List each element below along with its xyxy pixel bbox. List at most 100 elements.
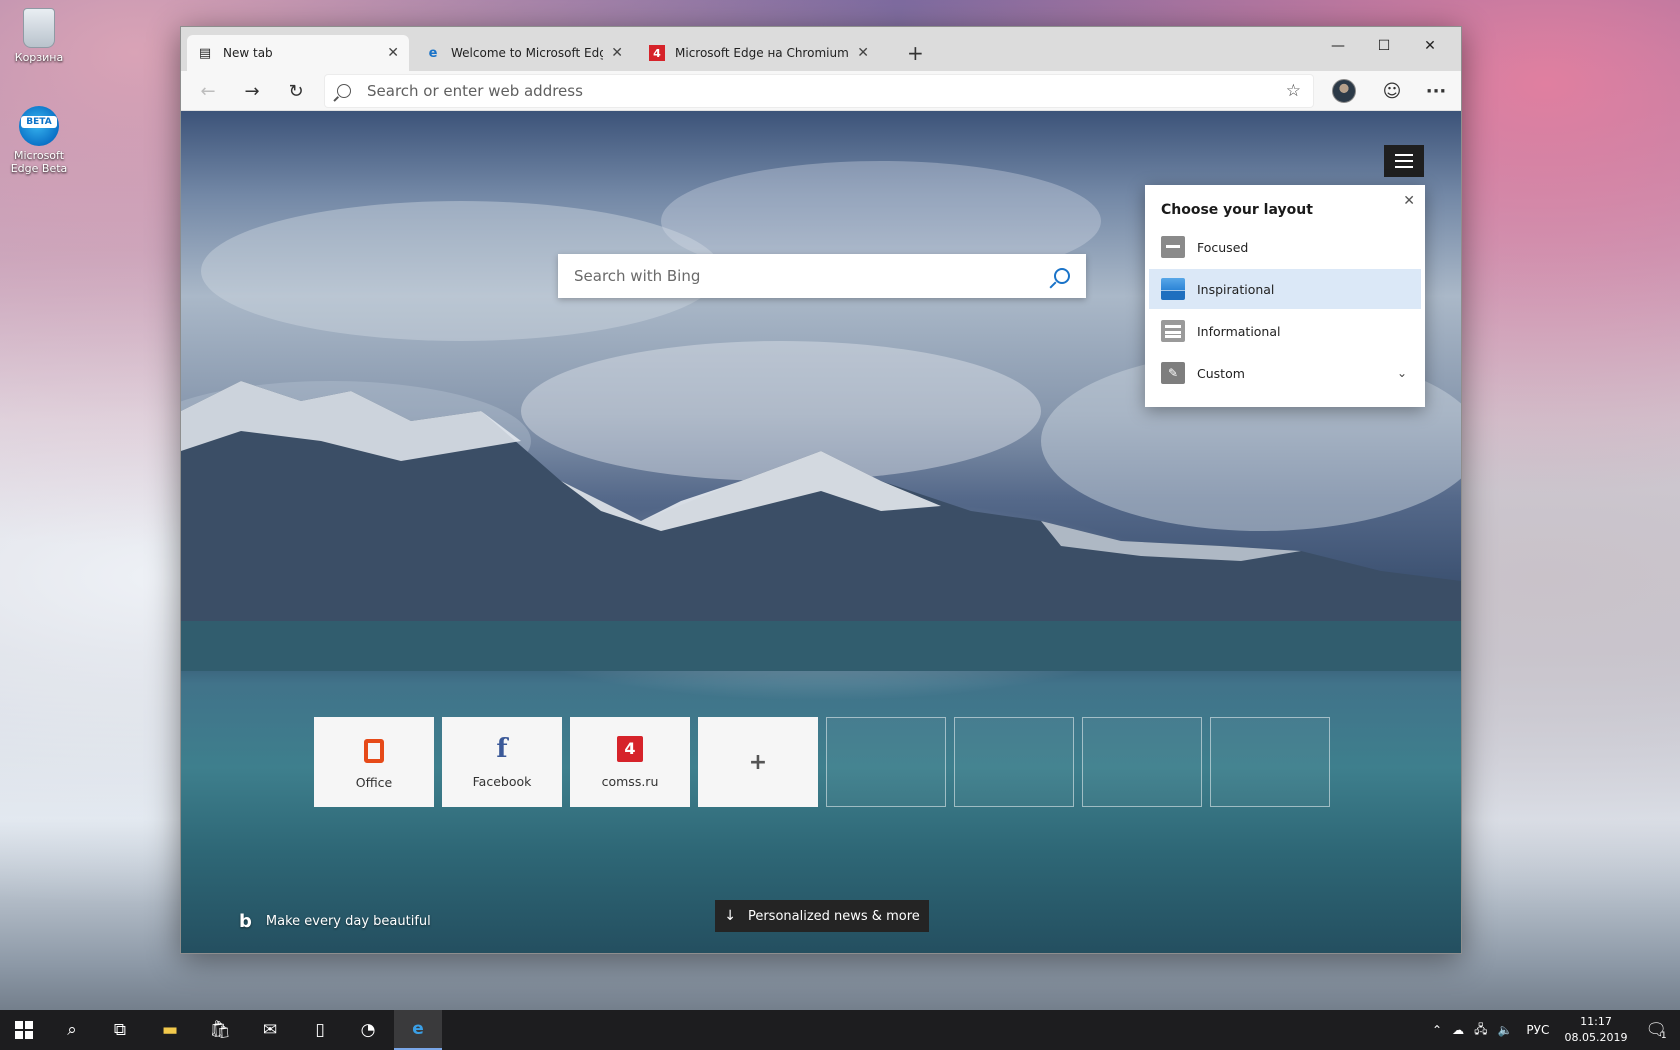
news-button-label: Personalized news & more — [748, 909, 920, 924]
layout-option-label: Custom — [1197, 366, 1245, 381]
facebook-icon: f — [489, 736, 515, 762]
informational-layout-icon — [1161, 320, 1185, 342]
add-quick-link-button[interactable]: + — [698, 717, 818, 807]
mail-button[interactable]: ✉ — [246, 1010, 294, 1050]
new-tab-button[interactable]: + — [907, 41, 924, 65]
arrow-down-icon: ↓ — [724, 908, 736, 924]
beta-badge: BETA — [21, 116, 57, 128]
volume-icon[interactable]: 🔈 — [1497, 1023, 1512, 1037]
inspirational-layout-icon — [1161, 278, 1185, 300]
store-button[interactable]: 🛍 — [196, 1010, 244, 1050]
bing-image-info[interactable]: b Make every day beautiful — [239, 911, 431, 932]
tab-title: Microsoft Edge на Chromium – I — [675, 46, 849, 60]
forward-button[interactable]: → — [237, 77, 267, 105]
chevron-up-icon[interactable]: ⌃ — [1432, 1023, 1442, 1037]
personalized-news-button[interactable]: ↓ Personalized news & more — [715, 900, 929, 932]
tab-close-icon[interactable]: ✕ — [387, 45, 399, 61]
tile-label: comss.ru — [602, 774, 659, 789]
bing-search-box[interactable] — [558, 254, 1086, 298]
page-settings-menu-button[interactable] — [1384, 145, 1424, 177]
taskbar-edge-beta-button[interactable]: e — [394, 1010, 442, 1050]
new-tab-page: Choose your layout ✕ Focused Inspiration… — [181, 111, 1461, 953]
tile-label: Facebook — [473, 774, 532, 789]
layout-option-label: Inspirational — [1197, 282, 1274, 297]
layout-option-informational[interactable]: Informational — [1149, 311, 1421, 351]
mail-icon: ✉ — [263, 1020, 277, 1040]
address-bar[interactable]: ☆ — [325, 75, 1313, 107]
network-icon[interactable]: 🖧 — [1474, 1020, 1487, 1041]
newtab-page-icon: ▤ — [197, 45, 213, 61]
empty-quick-link-slot — [826, 717, 946, 807]
desktop-icon-recycle-bin[interactable]: Корзина — [6, 8, 72, 64]
system-tray: ⌃ ☁ 🖧 🔈 РУС — [1432, 1010, 1549, 1050]
refresh-button[interactable]: ↻ — [281, 77, 311, 105]
layout-option-label: Informational — [1197, 324, 1281, 339]
edge-beta-icon: e — [412, 1019, 424, 1039]
edge-logo-icon: e — [425, 45, 441, 61]
task-view-icon: ⧉ — [114, 1020, 126, 1040]
layout-option-custom[interactable]: ✎ Custom ⌄ — [1149, 353, 1421, 393]
tab-new-tab[interactable]: ▤ New tab ✕ — [187, 35, 409, 71]
notification-count: 1 — [1661, 1031, 1667, 1041]
desktop-icon-edge-beta[interactable]: BETA Microsoft Edge Beta — [6, 106, 72, 175]
minimize-button[interactable]: — — [1315, 31, 1361, 61]
folder-icon: ▬ — [162, 1020, 178, 1040]
bing-search-input[interactable] — [574, 267, 1044, 285]
your-phone-button[interactable]: ▯ — [296, 1010, 344, 1050]
tab-title: New tab — [223, 46, 379, 60]
layout-option-inspirational[interactable]: Inspirational — [1149, 269, 1421, 309]
clock-time: 11:17 — [1560, 1014, 1632, 1030]
minimize-icon: — — [1331, 38, 1345, 54]
taskbar-search-button[interactable]: ⌕ — [48, 1010, 96, 1050]
speedometer-app-button[interactable]: ◔ — [344, 1010, 392, 1050]
back-button[interactable]: ← — [193, 77, 223, 105]
feedback-button[interactable]: ☺ — [1377, 77, 1407, 105]
profile-avatar[interactable] — [1332, 79, 1356, 103]
desktop-icon-label: Microsoft Edge Beta — [6, 149, 72, 175]
taskbar-clock[interactable]: 11:17 08.05.2019 — [1560, 1014, 1632, 1046]
layout-option-focused[interactable]: Focused — [1149, 227, 1421, 267]
tab-title: Welcome to Microsoft Edge Beta — [451, 46, 603, 60]
maximize-icon: ☐ — [1378, 38, 1391, 54]
close-window-button[interactable]: ✕ — [1407, 31, 1453, 61]
tile-label: Office — [356, 775, 393, 790]
smiley-icon: ☺ — [1383, 81, 1402, 102]
quick-link-facebook[interactable]: f Facebook — [442, 717, 562, 807]
tab-comss[interactable]: 4 Microsoft Edge на Chromium – I ✕ — [639, 35, 879, 71]
tab-close-icon[interactable]: ✕ — [611, 45, 623, 61]
browser-window: ▤ New tab ✕ e Welcome to Microsoft Edge … — [180, 26, 1462, 954]
menu-line — [1395, 166, 1413, 168]
recycle-bin-icon — [23, 8, 55, 48]
comss-favicon-icon: 4 — [649, 45, 665, 61]
address-input[interactable] — [367, 82, 1286, 100]
action-center-button[interactable]: 🗨 1 — [1632, 1010, 1680, 1050]
focused-layout-icon — [1161, 236, 1185, 258]
desktop-icon-label: Корзина — [6, 51, 72, 64]
edge-beta-icon: BETA — [19, 106, 59, 146]
custom-layout-icon: ✎ — [1161, 362, 1185, 384]
search-icon[interactable] — [1054, 268, 1070, 284]
chevron-down-icon[interactable]: ⌄ — [1397, 366, 1407, 380]
office-icon — [364, 739, 384, 763]
file-explorer-button[interactable]: ▬ — [146, 1010, 194, 1050]
close-icon: ✕ — [1424, 38, 1436, 54]
task-view-button[interactable]: ⧉ — [96, 1010, 144, 1050]
quick-link-office[interactable]: Office — [314, 717, 434, 807]
layout-option-label: Focused — [1197, 240, 1248, 255]
settings-more-button[interactable]: ··· — [1421, 77, 1451, 105]
clock-date: 08.05.2019 — [1560, 1030, 1632, 1046]
favorite-star-icon[interactable]: ☆ — [1286, 81, 1301, 101]
add-tile-icon: + — [745, 749, 771, 775]
bing-tagline-text: Make every day beautiful — [266, 914, 431, 929]
empty-quick-link-slot — [1082, 717, 1202, 807]
cloud-icon[interactable]: ☁ — [1452, 1023, 1464, 1037]
quick-link-comss[interactable]: 4 comss.ru — [570, 717, 690, 807]
tab-welcome-edge[interactable]: e Welcome to Microsoft Edge Beta ✕ — [415, 35, 633, 71]
close-icon[interactable]: ✕ — [1403, 193, 1415, 209]
maximize-button[interactable]: ☐ — [1361, 31, 1407, 61]
choose-layout-panel: Choose your layout ✕ Focused Inspiration… — [1145, 185, 1425, 407]
tab-close-icon[interactable]: ✕ — [857, 45, 869, 61]
empty-quick-link-slot — [1210, 717, 1330, 807]
input-language[interactable]: РУС — [1526, 1023, 1549, 1037]
start-button[interactable] — [0, 1010, 48, 1050]
